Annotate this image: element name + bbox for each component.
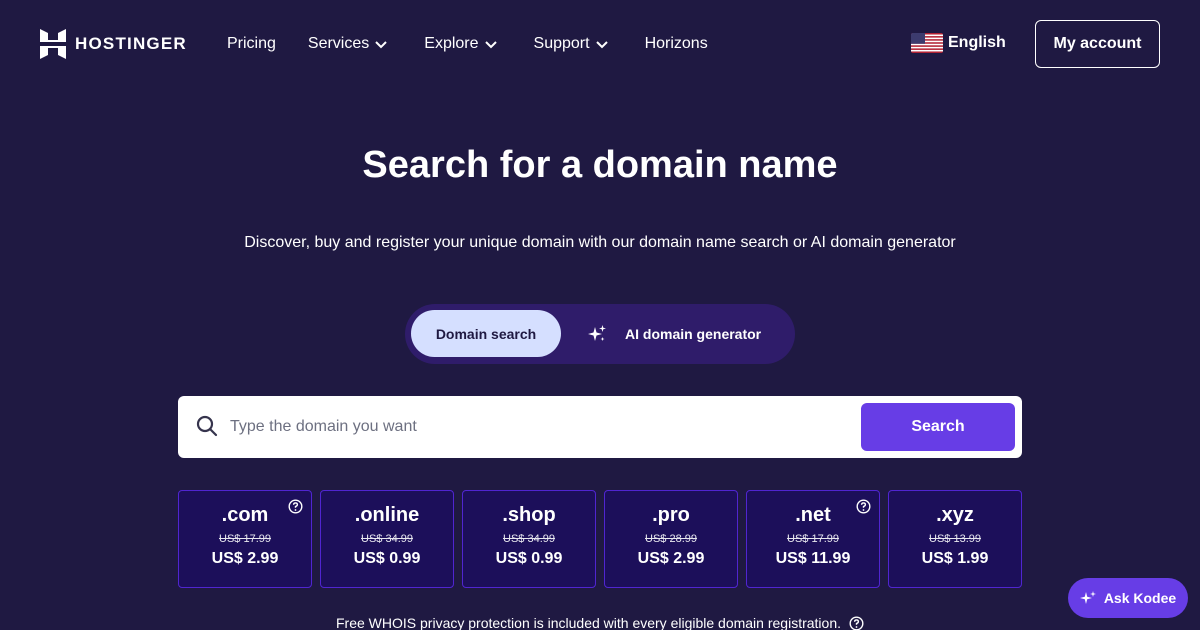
domain-tld: .shop: [502, 504, 556, 526]
nav-services-label: Services: [307, 35, 370, 52]
domain-price: US$ 2.99: [211, 550, 279, 567]
chevron-down-icon: [375, 40, 387, 48]
language-selector[interactable]: English: [911, 33, 1006, 53]
hostinger-logo[interactable]: HOSTINGER: [40, 29, 187, 59]
language-label: English: [948, 34, 1006, 51]
page-title: Search for a domain name: [362, 144, 838, 186]
chevron-down-icon: [595, 40, 608, 48]
logo-text: HOSTINGER: [75, 34, 187, 53]
help-circle-icon[interactable]: [288, 499, 303, 514]
nav-pricing[interactable]: Pricing: [227, 33, 276, 55]
kodee-sparkle-icon: [1079, 591, 1096, 604]
site-header: HOSTINGER Pricing Services Explore Suppo…: [0, 0, 1200, 88]
nav-explore-label: Explore: [424, 35, 479, 52]
sparkles-icon: [588, 324, 606, 341]
whois-note-text: Free WHOIS privacy protection is include…: [336, 615, 841, 630]
search-icon: [196, 415, 218, 437]
main-nav: Pricing Services Explore Support Horizon…: [227, 33, 708, 55]
domain-old-price: US$ 28.99: [645, 533, 697, 545]
domain-price: US$ 1.99: [921, 550, 989, 567]
nav-horizons-label: Horizons: [644, 35, 708, 52]
domain-search-box: Search: [178, 396, 1022, 458]
domain-price: US$ 0.99: [495, 550, 563, 567]
nav-pricing-label: Pricing: [227, 35, 276, 52]
domain-old-price: US$ 17.99: [219, 533, 271, 545]
domain-price: US$ 0.99: [353, 550, 421, 567]
domain-old-price: US$ 17.99: [787, 533, 839, 545]
ask-kodee-button[interactable]: Ask Kodee: [1068, 578, 1188, 618]
domain-price: US$ 11.99: [775, 550, 851, 567]
nav-explore[interactable]: Explore: [424, 33, 497, 55]
domain-price: US$ 2.99: [637, 550, 705, 567]
nav-support-label: Support: [533, 35, 590, 52]
domain-card-net[interactable]: .net US$ 17.99 US$ 11.99: [746, 490, 880, 588]
tab-ai-domain-generator[interactable]: AI domain generator: [587, 310, 761, 357]
nav-support[interactable]: Support: [534, 33, 609, 55]
help-circle-icon[interactable]: [849, 616, 864, 630]
page-subtitle: Discover, buy and register your unique d…: [244, 234, 956, 251]
whois-note: Free WHOIS privacy protection is include…: [0, 615, 1200, 630]
ai-generator-label: AI domain generator: [625, 325, 762, 342]
domain-price-list: .com US$ 17.99 US$ 2.99 .online US$ 34.9…: [178, 490, 1022, 588]
tab-domain-search[interactable]: Domain search: [411, 310, 561, 357]
domain-card-com[interactable]: .com US$ 17.99 US$ 2.99: [178, 490, 312, 588]
search-mode-toggle: Domain search AI domain generator: [405, 304, 795, 364]
my-account-button[interactable]: My account: [1035, 20, 1160, 68]
nav-horizons[interactable]: Horizons: [645, 33, 708, 55]
help-circle-icon[interactable]: [856, 499, 871, 514]
hostinger-logo-icon: [40, 29, 66, 59]
domain-card-shop[interactable]: .shop US$ 34.99 US$ 0.99: [462, 490, 596, 588]
domain-card-pro[interactable]: .pro US$ 28.99 US$ 2.99: [604, 490, 738, 588]
domain-search-input[interactable]: [230, 410, 830, 444]
search-button[interactable]: Search: [861, 403, 1015, 451]
ask-kodee-label: Ask Kodee: [1103, 590, 1177, 606]
domain-tld: .online: [354, 504, 420, 526]
domain-old-price: US$ 13.99: [929, 533, 981, 545]
domain-tld: .xyz: [936, 504, 974, 526]
us-flag-icon: [911, 33, 943, 53]
domain-old-price: US$ 34.99: [361, 533, 413, 545]
chevron-down-icon: [484, 40, 497, 48]
domain-tld: .pro: [652, 504, 690, 526]
domain-card-online[interactable]: .online US$ 34.99 US$ 0.99: [320, 490, 454, 588]
domain-old-price: US$ 34.99: [503, 533, 555, 545]
nav-services[interactable]: Services: [308, 33, 388, 55]
domain-card-xyz[interactable]: .xyz US$ 13.99 US$ 1.99: [888, 490, 1022, 588]
